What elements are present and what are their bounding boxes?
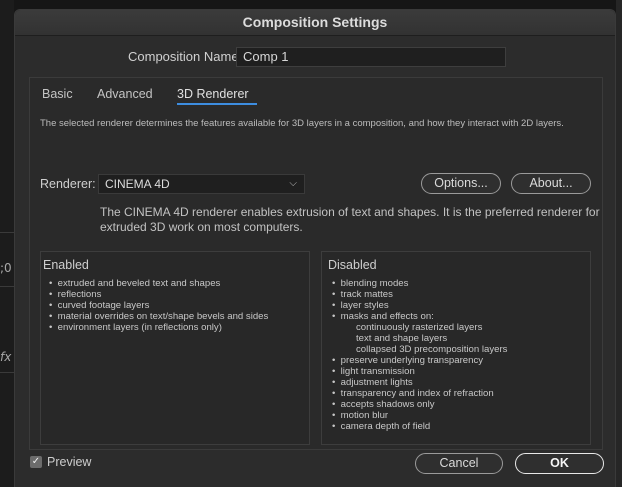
list-sub-item: continuously rasterized layers [356,322,483,333]
tab-3d-renderer[interactable]: 3D Renderer [177,87,249,101]
list-item: • light transmission [332,366,415,377]
list-item: • reflections [49,289,102,300]
composition-name-input[interactable]: Comp 1 [236,47,506,67]
active-tab-indicator [177,103,257,105]
renderer-description: The selected renderer determines the fea… [40,118,564,129]
list-item: • preserve underlying transparency [332,355,484,366]
enabled-features-box: Enabled • extruded and beveled text and … [40,251,310,445]
background-fx-fragment: fx [0,350,12,364]
background-divider [0,286,14,287]
list-sub-item: text and shape layers [356,333,448,344]
ok-button[interactable]: OK [515,453,604,474]
renderer-dropdown[interactable]: CINEMA 4D ⌵ [98,174,305,194]
background-time-fragment: ;0 [0,261,12,275]
renderer-note: The CINEMA 4D renderer enables extrusion… [100,205,600,234]
tab-advanced[interactable]: Advanced [97,87,153,101]
composition-settings-dialog: Composition Settings Composition Name: C… [14,9,616,487]
background-app-panel-right [616,0,622,487]
list-item: • material overrides on text/shape bevel… [49,311,269,322]
list-item: • environment layers (in reflections onl… [49,322,222,333]
list-item: • adjustment lights [332,377,413,388]
dialog-title: Composition Settings [15,10,615,36]
enabled-list: • extruded and beveled text and shapes •… [49,278,303,333]
list-item: • track mattes [332,289,393,300]
list-item: • transparency and index of refraction [332,388,494,399]
background-divider [0,372,14,373]
preview-checkbox[interactable]: ✓ [30,456,42,468]
tab-basic[interactable]: Basic [42,87,73,101]
settings-panel: Basic Advanced 3D Renderer The selected … [29,77,603,450]
list-item: • blending modes [332,278,409,289]
chevron-down-icon: ⌵ [289,178,297,189]
disabled-list: • blending modes • track mattes • layer … [332,278,584,432]
options-button[interactable]: Options... [421,173,501,194]
list-item: • layer styles [332,300,389,311]
list-item: • camera depth of field [332,421,431,432]
list-item: • curved footage layers [49,300,150,311]
composition-name-label: Composition Name: [128,49,243,64]
disabled-title: Disabled [328,258,377,272]
tab-bar: Basic Advanced 3D Renderer [30,78,602,106]
background-app-panel [0,0,14,487]
list-item: • motion blur [332,410,389,421]
about-button[interactable]: About... [511,173,591,194]
list-item: • accepts shadows only [332,399,435,410]
enabled-title: Enabled [43,258,89,272]
renderer-selected-value: CINEMA 4D [105,177,170,191]
renderer-label: Renderer: [40,177,96,191]
preview-label: Preview [47,455,92,469]
background-divider [0,232,14,233]
list-item: • masks and effects on: [332,311,434,322]
list-sub-item: collapsed 3D precomposition layers [356,344,508,355]
cancel-button[interactable]: Cancel [415,453,503,474]
list-item: • extruded and beveled text and shapes [49,278,221,289]
disabled-features-box: Disabled • blending modes • track mattes… [321,251,591,445]
